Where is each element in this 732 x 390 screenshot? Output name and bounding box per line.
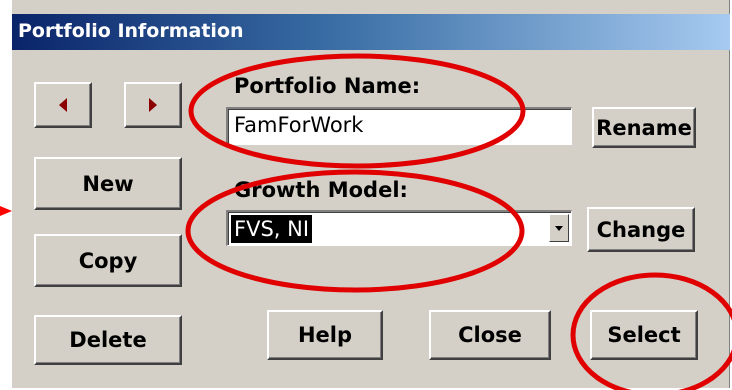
select-button-highlight (570, 272, 732, 390)
pointer-arrow-icon (0, 206, 12, 216)
portfolio-name-highlight (188, 53, 526, 169)
growth-model-highlight (185, 169, 525, 293)
annotation-overlay (0, 53, 732, 390)
